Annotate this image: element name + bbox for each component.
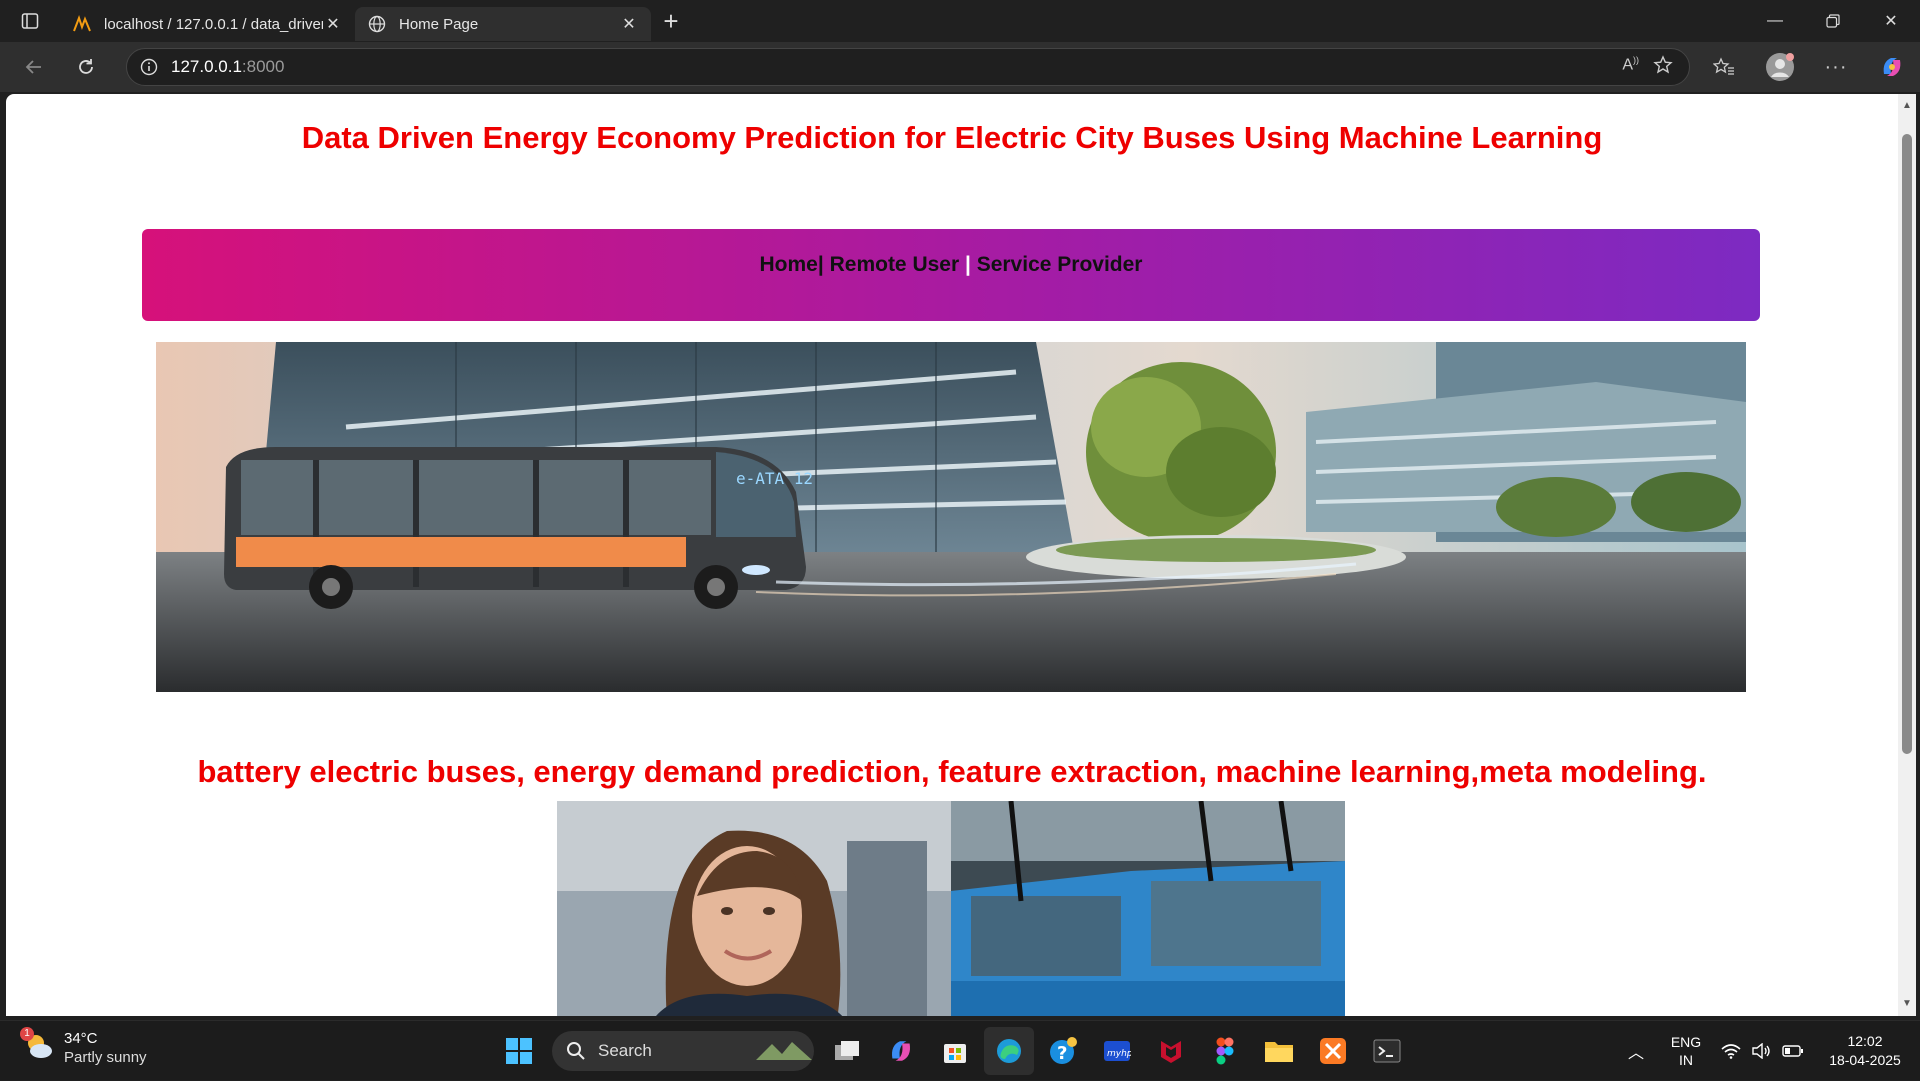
browser-toolbar: 127.0.0.1:8000 A)) ··· [0, 42, 1920, 92]
site-info-icon[interactable] [127, 58, 171, 76]
help-icon[interactable]: ? [1038, 1027, 1088, 1075]
copilot-taskbar-icon[interactable] [876, 1027, 926, 1075]
read-aloud-icon[interactable]: A)) [1622, 55, 1639, 80]
clock-time: 12:02 [1847, 1033, 1883, 1049]
nav-service-provider-link[interactable]: Service Provider [977, 253, 1143, 321]
clock-date: 18-04-2025 [1829, 1052, 1901, 1068]
globe-icon [367, 14, 387, 34]
svg-text:?: ? [1057, 1043, 1067, 1064]
search-icon [567, 1042, 585, 1060]
close-window-icon[interactable]: ✕ [1862, 0, 1920, 42]
tab-actions-icon [21, 13, 39, 29]
url-port: :8000 [241, 57, 285, 76]
lang-line2: IN [1679, 1052, 1693, 1068]
wifi-icon[interactable] [1716, 1043, 1746, 1059]
microsoft-store-icon[interactable] [930, 1027, 980, 1075]
nav-separator: | [817, 253, 830, 276]
browser-tabstrip: localhost / 127.0.0.1 / data_driven ✕ Ho… [0, 0, 1920, 42]
keywords-heading: battery electric buses, energy demand pr… [197, 754, 1707, 789]
scroll-up-icon[interactable]: ▲ [1901, 100, 1913, 112]
windows-icon [506, 1038, 532, 1064]
nav-home-link[interactable]: Home [760, 253, 818, 321]
nav-remote-user-link[interactable]: Remote User [830, 253, 965, 321]
scroll-down-icon[interactable]: ▼ [1901, 998, 1913, 1010]
page-title: Data Driven Energy Economy Prediction fo… [301, 120, 1603, 155]
weather-badge: 1 [20, 1027, 34, 1041]
close-tab-icon[interactable]: ✕ [323, 14, 343, 34]
myhp-icon[interactable]: myhp [1092, 1027, 1142, 1075]
phpmyadmin-icon [72, 14, 92, 34]
tab-title: Home Page [399, 15, 479, 33]
taskbar-search[interactable]: Search [552, 1031, 814, 1071]
profile-avatar-icon[interactable] [1752, 52, 1808, 82]
tab-home-page[interactable]: Home Page ✕ [355, 7, 651, 41]
researcher-photo [557, 801, 951, 1016]
xampp-icon[interactable] [1308, 1027, 1358, 1075]
search-highlight-icon [756, 1042, 812, 1060]
weather-temp: 34°C [64, 1030, 98, 1047]
lang-line1: ENG [1670, 1034, 1702, 1050]
electric-bus-photo [951, 801, 1345, 1016]
language-indicator[interactable]: ENG IN [1656, 1033, 1716, 1069]
url-text: 127.0.0.1:8000 [171, 57, 1622, 77]
search-label: Search [598, 1041, 652, 1060]
tab-actions-button[interactable] [0, 0, 60, 42]
copilot-icon[interactable] [1864, 54, 1920, 80]
battery-icon[interactable] [1776, 1044, 1810, 1058]
close-tab-icon[interactable]: ✕ [619, 14, 639, 34]
nav-menu: Home | Remote User | Service Provider [142, 229, 1760, 321]
favorites-icon[interactable] [1696, 57, 1752, 77]
terminal-icon[interactable] [1362, 1027, 1412, 1075]
mcafee-icon[interactable] [1146, 1027, 1196, 1075]
photo-strip [557, 801, 1345, 1016]
volume-icon[interactable] [1746, 1043, 1776, 1059]
address-bar[interactable]: 127.0.0.1:8000 A)) [126, 48, 1690, 86]
page-scrollbar[interactable]: ▲ ▼ [1898, 94, 1916, 1016]
partly-sunny-icon: 1 [20, 1027, 54, 1065]
hero-bus-image: e-ATA 12 [156, 342, 1746, 692]
weather-widget[interactable]: 1 34°C Partly sunny [20, 1027, 147, 1067]
windows-taskbar: 1 34°C Partly sunny Search ? myhp ︿ ENG … [0, 1020, 1920, 1080]
scroll-thumb[interactable] [1902, 134, 1912, 754]
show-hidden-icons[interactable]: ︿ [1616, 1039, 1656, 1063]
svg-text:myhp: myhp [1107, 1049, 1131, 1059]
bus-destination-sign: e-ATA 12 [736, 469, 813, 488]
system-clock[interactable]: 12:02 18-04-2025 [1810, 1032, 1920, 1070]
refresh-icon[interactable] [60, 47, 112, 87]
url-host: 127.0.0.1 [171, 57, 242, 76]
more-options-icon[interactable]: ··· [1808, 56, 1864, 79]
edge-browser-icon[interactable] [984, 1027, 1034, 1075]
page-viewport: Data Driven Energy Economy Prediction fo… [6, 94, 1898, 1016]
nav-separator: | [964, 253, 977, 276]
weather-desc: Partly sunny [64, 1049, 147, 1066]
new-tab-button[interactable]: + [651, 6, 691, 37]
task-view-icon[interactable] [822, 1027, 872, 1075]
favorite-star-icon[interactable] [1653, 54, 1673, 80]
figma-icon[interactable] [1200, 1027, 1250, 1075]
tab-title: localhost / 127.0.0.1 / data_driven [104, 15, 323, 33]
tab-phpmyadmin[interactable]: localhost / 127.0.0.1 / data_driven ✕ [60, 7, 355, 41]
back-icon[interactable] [8, 47, 60, 87]
restore-icon[interactable] [1804, 0, 1862, 42]
minimize-icon[interactable]: — [1746, 0, 1804, 42]
start-button[interactable] [494, 1027, 544, 1075]
file-explorer-icon[interactable] [1254, 1027, 1304, 1075]
